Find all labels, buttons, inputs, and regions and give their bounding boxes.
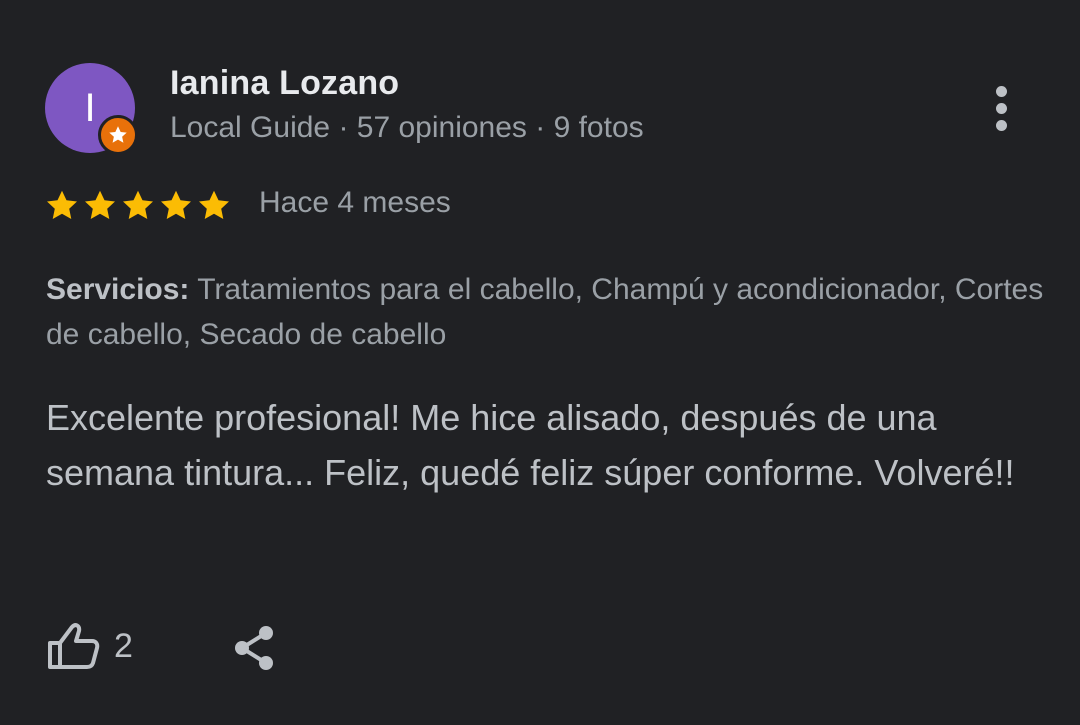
avatar-initial: I <box>84 86 96 130</box>
more-options-button[interactable] <box>975 80 1027 136</box>
star-icon <box>161 190 191 220</box>
thumbs-up-icon <box>48 623 100 669</box>
services-value: Tratamientos para el cabello, Champú y a… <box>46 273 1044 351</box>
review-text: Excelente profesional! Me hice alisado, … <box>46 397 1015 493</box>
star-icon <box>199 190 229 220</box>
like-count: 2 <box>114 626 133 665</box>
local-guide-badge <box>98 115 138 155</box>
star-icon <box>109 126 127 143</box>
services-label: Servicios: <box>46 273 190 306</box>
author-meta: Local Guide · 57 opiniones · 9 fotos <box>170 111 644 144</box>
author-name[interactable]: Ianina Lozano <box>170 64 399 103</box>
share-icon <box>235 626 273 670</box>
star-icon <box>47 190 77 220</box>
services-section: Servicios: Tratamientos para el cabello,… <box>46 267 1046 357</box>
star-icon <box>123 190 153 220</box>
star-icon <box>85 190 115 220</box>
like-button[interactable]: 2 <box>46 618 133 674</box>
star-rating <box>44 188 232 224</box>
share-button[interactable] <box>228 620 280 676</box>
review-card: I Ianina Lozano Local Guide · 57 opinion… <box>0 0 1080 725</box>
review-date: Hace 4 meses <box>259 186 451 219</box>
more-vert-icon <box>995 83 1007 134</box>
